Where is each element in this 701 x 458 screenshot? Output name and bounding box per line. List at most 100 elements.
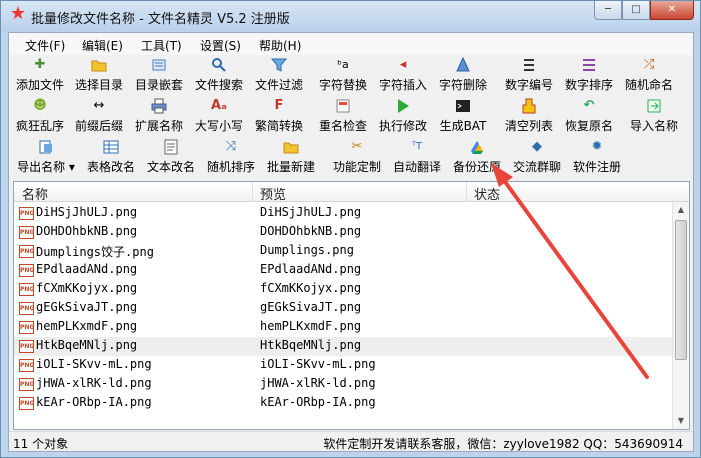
- number-button[interactable]: 数字编号: [501, 55, 557, 95]
- backup-restore-button[interactable]: 备份还原: [449, 137, 505, 177]
- column-name[interactable]: 名称: [22, 184, 48, 203]
- text-rename-button[interactable]: 文本改名: [143, 137, 199, 177]
- table-rename-button[interactable]: 表格改名: [83, 137, 139, 177]
- minimize-button[interactable]: ─: [594, 1, 622, 20]
- table-row[interactable]: PNG jHWA-xlRK-ld.png jHWA-xlRK-ld.png: [14, 375, 672, 394]
- generate-bat-button[interactable]: 生成BAT: [435, 96, 491, 136]
- column-preview[interactable]: 预览: [260, 184, 286, 203]
- import-icon: [646, 98, 662, 114]
- file-name-cell: kEAr-ORbp-IA.png: [36, 395, 152, 409]
- table-row[interactable]: PNG iOLI-SKvv-mL.png iOLI-SKvv-mL.png: [14, 356, 672, 375]
- file-name-cell: EPdlaadANd.png: [36, 262, 138, 276]
- smiley-icon: ☻: [33, 98, 47, 113]
- folder-tree-icon: [151, 57, 167, 73]
- extension-button[interactable]: 扩展名称: [131, 96, 187, 136]
- menu-settings[interactable]: 设置(S): [200, 37, 241, 54]
- random-sort-button[interactable]: ⤨ 随机排序: [203, 137, 259, 177]
- add-file-icon: ✚: [34, 57, 46, 72]
- font-convert-icon: F: [274, 98, 284, 113]
- list-rows: PNG DiHSjJhULJ.png DiHSjJhULJ.png PNG DOHDOh…: [14, 204, 672, 429]
- table-row[interactable]: PNG gEGkSivaJT.png gEGkSivaJT.png: [14, 299, 672, 318]
- convert-button[interactable]: F 繁简转换: [251, 96, 307, 136]
- preview-cell: Dumplings.png: [260, 243, 354, 257]
- number-list-icon: [521, 57, 537, 73]
- replace-icon: ᵇa: [337, 58, 349, 71]
- star-app-icon: ★: [9, 3, 27, 24]
- png-file-icon: PNG: [19, 302, 34, 315]
- insert-icon: ◂: [399, 57, 407, 72]
- client-area: 文件(F) 编辑(E) 工具(T) 设置(S) 帮助(H) ✚ 添加文件 选择目…: [8, 32, 694, 452]
- close-button[interactable]: ✕: [650, 1, 694, 20]
- case-button[interactable]: Aₐ 大写小写: [191, 96, 247, 136]
- export-name-button[interactable]: 导出名称 ▾: [13, 137, 79, 177]
- add-file-button[interactable]: ✚ 添加文件: [13, 55, 67, 95]
- png-file-icon: PNG: [19, 321, 34, 334]
- window-title: 批量修改文件名称 - 文件名精灵 V5.2 注册版: [31, 12, 290, 27]
- contact-info: 软件定制开发请联系客服，微信：zyylove1982 QQ：543690914: [323, 437, 683, 451]
- menu-help[interactable]: 帮助(H): [259, 37, 301, 54]
- random-name-button[interactable]: ⤮ 随机命名: [621, 55, 677, 95]
- file-filter-button[interactable]: 文件过滤: [251, 55, 307, 95]
- crazy-shuffle-button[interactable]: ☻ 疯狂乱序: [13, 96, 67, 136]
- case-icon: Aₐ: [211, 98, 228, 113]
- nested-folder-button[interactable]: 目录嵌套: [131, 55, 187, 95]
- file-name-cell: DiHSjJhULJ.png: [36, 205, 138, 219]
- preview-cell: iOLI-SKvv-mL.png: [260, 357, 376, 371]
- vertical-scrollbar[interactable]: ▲ ▼: [672, 202, 689, 429]
- chevron-down-icon[interactable]: ▾: [69, 160, 75, 174]
- table-icon: [103, 139, 119, 155]
- scroll-up-icon[interactable]: ▲: [673, 202, 689, 218]
- delete-char-icon: [455, 57, 471, 73]
- terminal-icon: [455, 98, 471, 114]
- prefix-suffix-button[interactable]: ↔ 前缀后缀: [71, 96, 127, 136]
- column-status[interactable]: 状态: [474, 184, 500, 203]
- file-name-cell: hemPLKxmdF.png: [36, 319, 138, 333]
- char-insert-button[interactable]: ◂ 字符插入: [375, 55, 431, 95]
- png-file-icon: PNG: [19, 264, 34, 277]
- customize-button[interactable]: ✂ 功能定制: [329, 137, 385, 177]
- clear-list-button[interactable]: 清空列表: [501, 96, 557, 136]
- table-row[interactable]: PNG EPdlaadANd.png EPdlaadANd.png: [14, 261, 672, 280]
- table-row[interactable]: PNG Dumplings饺子.png Dumplings.png: [14, 242, 672, 261]
- chat-icon: ◆: [532, 139, 542, 154]
- list-header: 名称 预览 状态: [14, 182, 689, 203]
- column-divider: [252, 182, 253, 202]
- select-folder-button[interactable]: 选择目录: [71, 55, 127, 95]
- table-row[interactable]: PNG HtkBqeMNlj.png HtkBqeMNlj.png: [14, 337, 672, 356]
- menu-file[interactable]: 文件(F): [25, 37, 65, 54]
- table-row[interactable]: PNG DOHDOhbkNB.png DOHDOhbkNB.png: [14, 223, 672, 242]
- duplicate-check-button[interactable]: 重名检查: [315, 96, 371, 136]
- table-row[interactable]: PNG fCXmKKojyx.png fCXmKKojyx.png: [14, 280, 672, 299]
- char-replace-button[interactable]: ᵇa 字符替换: [315, 55, 371, 95]
- maximize-button[interactable]: □: [622, 1, 650, 20]
- file-list[interactable]: 名称 预览 状态 PNG DiHSjJhULJ.png DiHSjJhULJ.png…: [13, 181, 690, 430]
- table-row[interactable]: PNG kEAr-ORbp-IA.png kEAr-ORbp-IA.png: [14, 394, 672, 413]
- sort-icon: [581, 57, 597, 73]
- restore-name-button[interactable]: ↶ 恢复原名: [561, 96, 617, 136]
- random-sort-icon: ⤨: [225, 139, 237, 154]
- menu-edit[interactable]: 编辑(E): [82, 37, 123, 54]
- table-row[interactable]: PNG hemPLKxmdF.png hemPLKxmdF.png: [14, 318, 672, 337]
- file-name-cell: gEGkSivaJT.png: [36, 300, 138, 314]
- scroll-thumb[interactable]: [675, 220, 687, 360]
- file-name-cell: fCXmKKojyx.png: [36, 281, 138, 295]
- file-search-button[interactable]: 文件搜索: [191, 55, 247, 95]
- menu-bar: 文件(F) 编辑(E) 工具(T) 设置(S) 帮助(H): [9, 33, 693, 55]
- number-sort-button[interactable]: 数字排序: [561, 55, 617, 95]
- png-file-icon: PNG: [19, 397, 34, 410]
- group-chat-button[interactable]: ◆ 交流群聊: [509, 137, 565, 177]
- menu-tools[interactable]: 工具(T): [141, 37, 182, 54]
- batch-create-button[interactable]: 批量新建: [263, 137, 319, 177]
- auto-translate-button[interactable]: ᵀT 自动翻译: [389, 137, 445, 177]
- scroll-down-icon[interactable]: ▼: [673, 413, 689, 429]
- object-count: 11 个对象: [13, 437, 69, 451]
- import-name-button[interactable]: 导入名称: [621, 96, 687, 136]
- toolbar: ✚ 添加文件 选择目录 目录嵌套 文件搜索 文件过滤 ᵇa 字符替换 ◂ 字符插…: [9, 55, 693, 181]
- text-icon: [163, 139, 179, 155]
- title-bar[interactable]: ★ 批量修改文件名称 - 文件名精灵 V5.2 注册版 ─ □ ✕: [1, 1, 700, 31]
- register-button[interactable]: ✹ 软件注册: [569, 137, 625, 177]
- char-delete-button[interactable]: 字符删除: [435, 55, 491, 95]
- table-row[interactable]: PNG DiHSjJhULJ.png DiHSjJhULJ.png: [14, 204, 672, 223]
- execute-button[interactable]: 执行修改: [375, 96, 431, 136]
- preview-cell: fCXmKKojyx.png: [260, 281, 362, 295]
